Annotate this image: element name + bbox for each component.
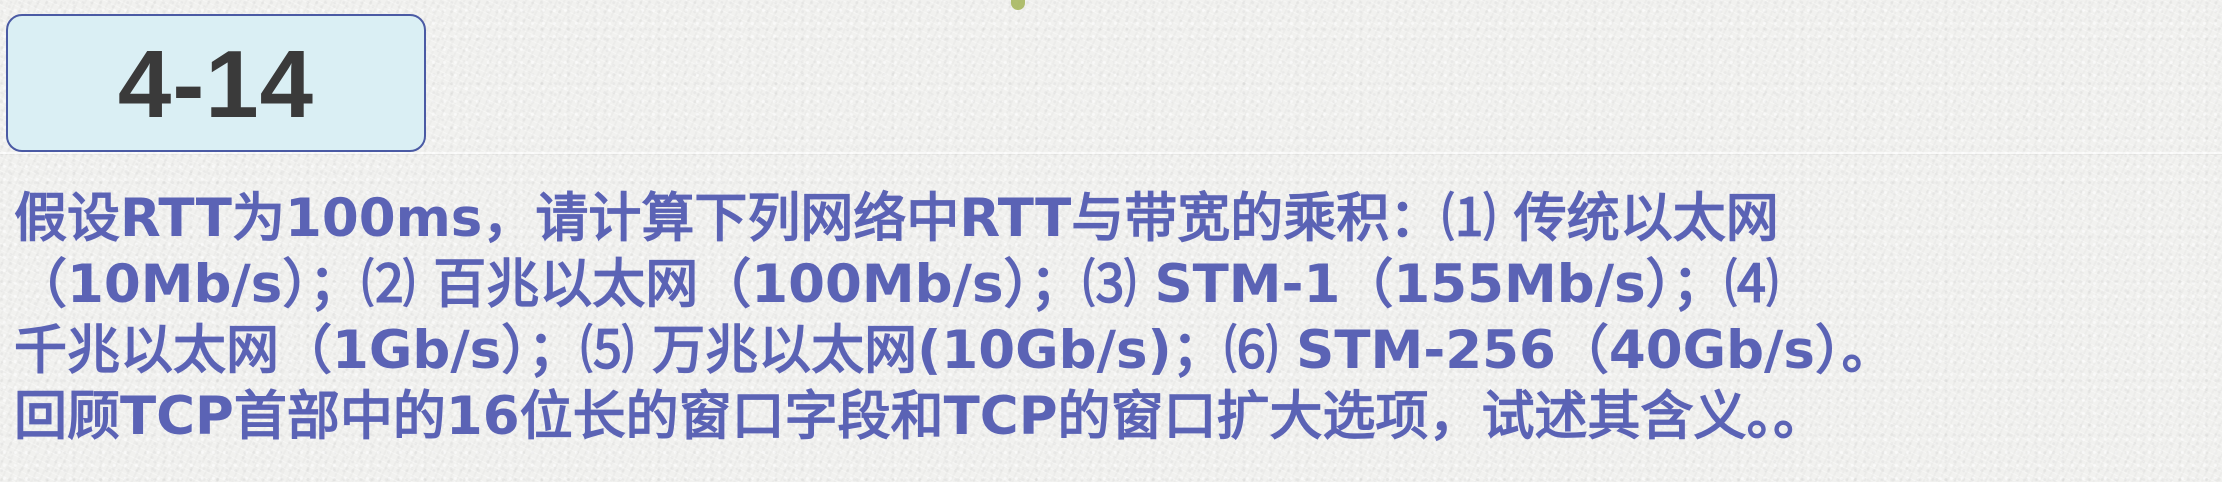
- question-text: 假设RTT为100ms，请计算下列网络中RTT与带宽的乘积：⑴ 传统以太网 （1…: [14, 186, 2214, 450]
- background-texture-seam: [0, 152, 2222, 154]
- question-line-3: 千兆以太网（1Gb/s）；⑸ 万兆以太网(10Gb/s)；⑹ STM-256（4…: [14, 320, 1895, 381]
- title-box: 4-14: [6, 14, 426, 152]
- leaf-decoration-icon: [1011, 0, 1025, 10]
- slide-title: 4-14: [117, 31, 315, 138]
- question-line-2: （10Mb/s）；⑵ 百兆以太网（100Mb/s）；⑶ STM-1（155Mb/…: [14, 254, 1779, 315]
- question-line-4: 回顾TCP首部中的16位长的窗口字段和TCP的窗口扩大选项，试述其含义。。: [14, 386, 1827, 447]
- question-line-1: 假设RTT为100ms，请计算下列网络中RTT与带宽的乘积：⑴ 传统以太网: [14, 188, 1779, 249]
